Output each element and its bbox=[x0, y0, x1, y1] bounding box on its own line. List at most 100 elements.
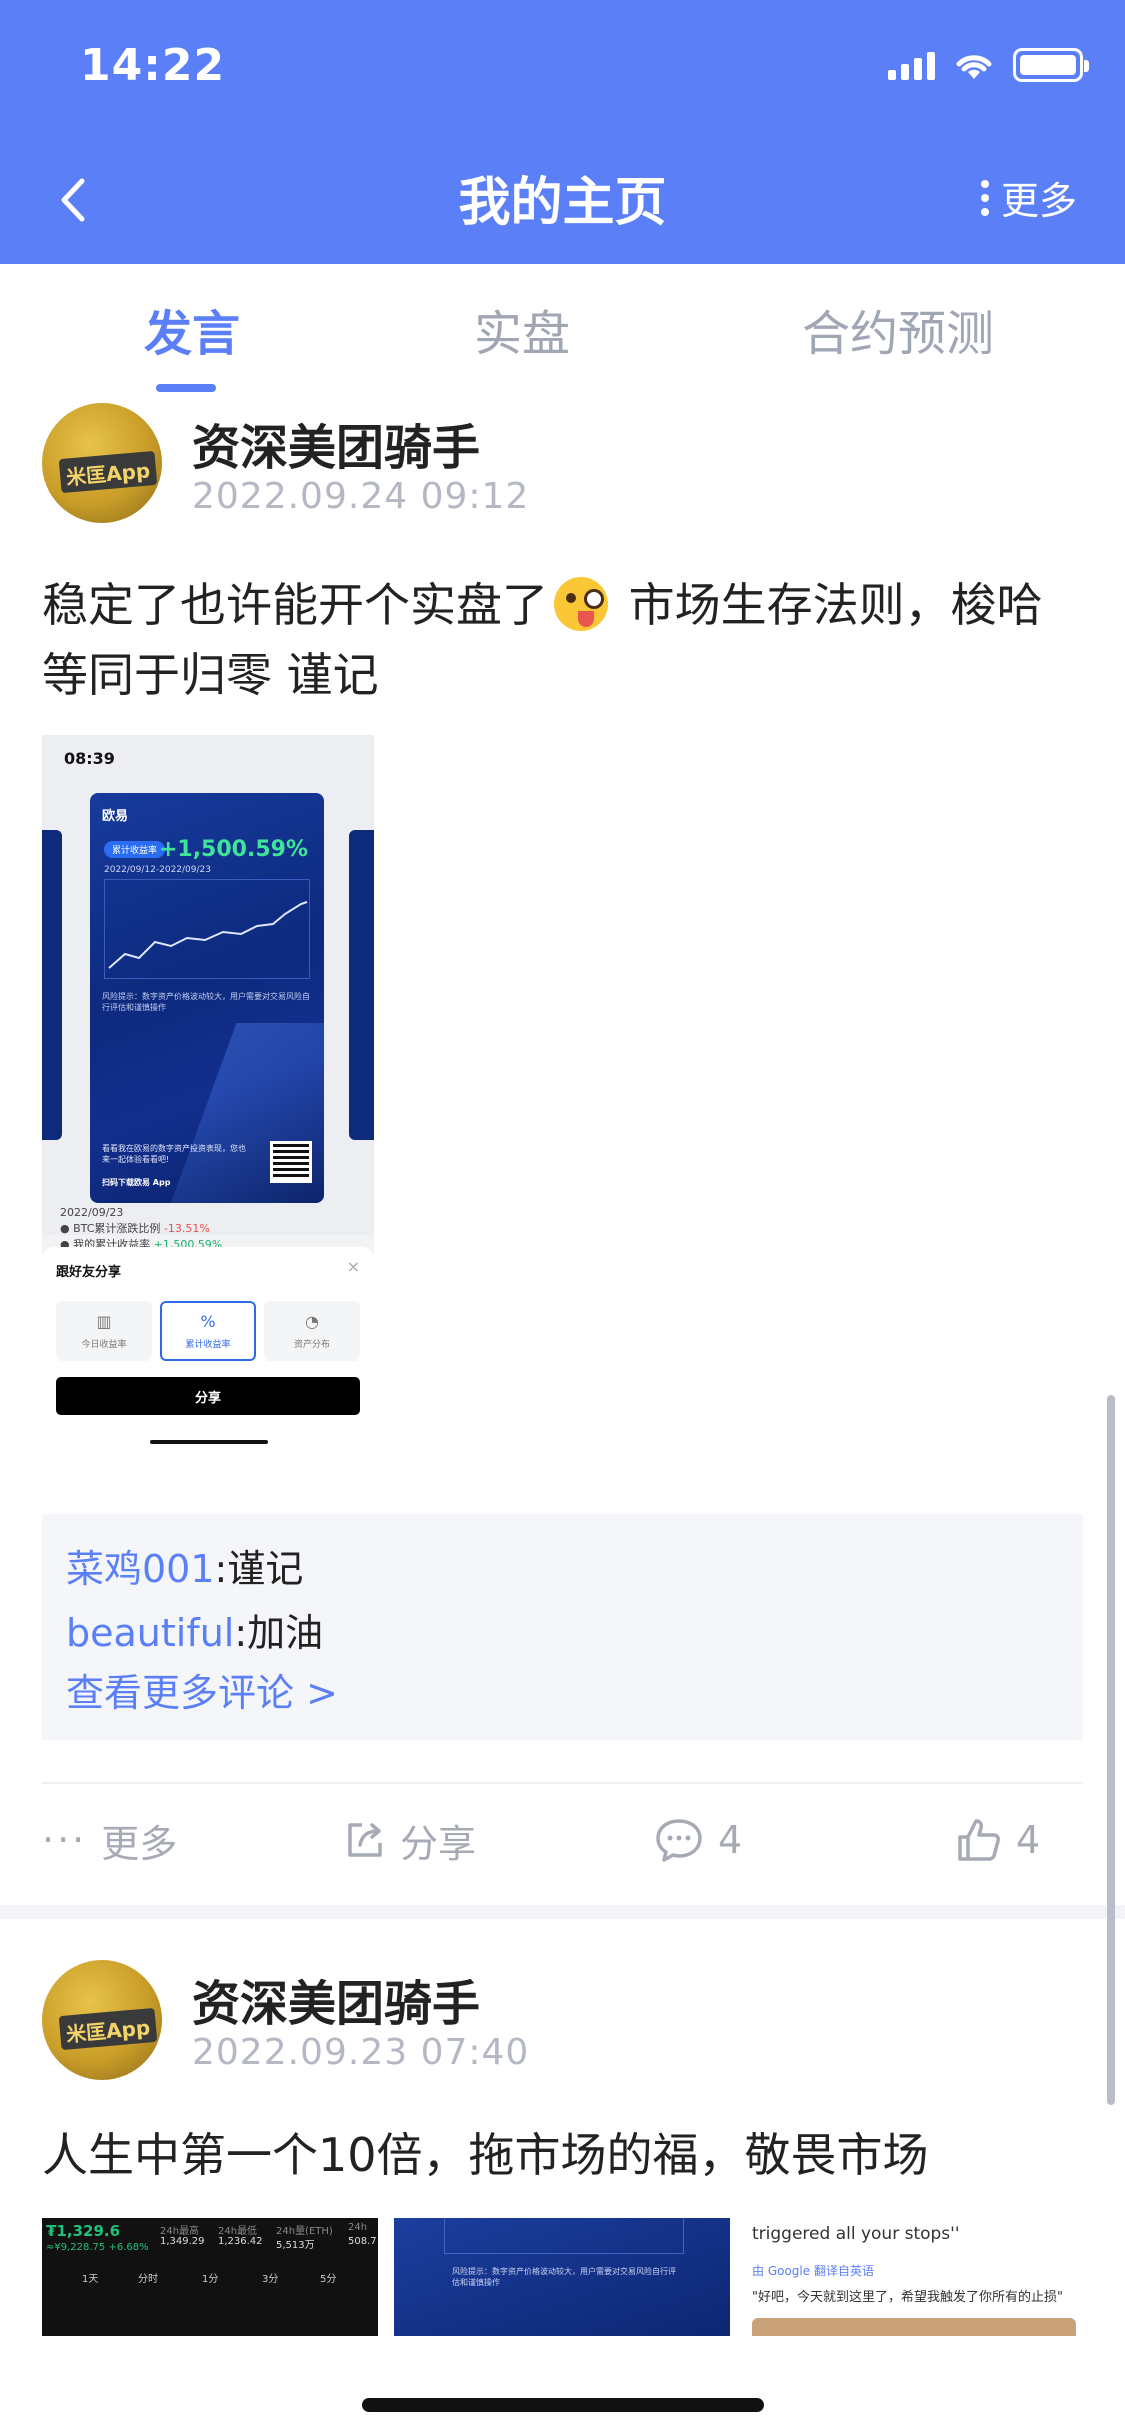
side-card-right bbox=[349, 830, 374, 1140]
post-actions: ··· 更多 分享 4 4 bbox=[0, 1805, 1125, 1875]
avatar-logo: 米匡App bbox=[58, 2007, 158, 2051]
post-image[interactable]: 08:39 欧易 累计收益率 +1,500.59% 2022/09/12-202… bbox=[42, 735, 374, 1455]
tab-posts[interactable]: 发言 bbox=[144, 294, 240, 364]
image-status-time: 08:39 bbox=[64, 749, 115, 768]
thumb-text-zh: "好吧，今天就到这里了，希望我触发了你所有的止损" bbox=[752, 2290, 1063, 2305]
tab-active-indicator bbox=[156, 384, 216, 392]
comment-icon bbox=[656, 1819, 702, 1862]
thumb-price: ₮1,329.6 bbox=[46, 2222, 121, 2240]
comment-text: :谨记 bbox=[214, 1547, 304, 1591]
battery-icon bbox=[1013, 48, 1089, 82]
thumb-tab: 5分 bbox=[320, 2274, 337, 2285]
comments-box: 菜鸡001:谨记 beautiful:加油 查看更多评论 > bbox=[42, 1514, 1083, 1740]
app-header: 14:22 我的主页 更多 bbox=[0, 0, 1125, 264]
thumb-tab: 1天 bbox=[82, 2274, 99, 2285]
close-icon: × bbox=[346, 1257, 360, 1276]
post-separator bbox=[0, 1905, 1125, 1919]
image-home-indicator bbox=[150, 1440, 268, 1444]
view-more-comments-link[interactable]: 查看更多评论 > bbox=[66, 1662, 338, 1717]
thumb-tab: 3分 bbox=[262, 2274, 279, 2285]
card-percent: +1,500.59% bbox=[158, 837, 308, 862]
image-share-button: 分享 bbox=[56, 1377, 360, 1415]
author-name[interactable]: 资深美团骑手 bbox=[192, 408, 480, 478]
thumb-sub: ≈¥9,228.75 +6.68% bbox=[46, 2242, 149, 2253]
more-vertical-icon bbox=[980, 179, 989, 216]
comment-user[interactable]: 菜鸡001 bbox=[66, 1547, 215, 1591]
percent-icon: % bbox=[200, 1312, 216, 1331]
like-button[interactable]: 4 bbox=[956, 1805, 1040, 1875]
option-daily-return: ▥ 今日收益率 bbox=[56, 1301, 152, 1361]
bar-chart-icon: ▥ bbox=[96, 1312, 112, 1331]
like-count: 4 bbox=[1016, 1818, 1041, 1862]
thumb-risk-text: 风险提示：数字资产价格波动较大，用户需要对交易风险自行评估和谨慎操作 bbox=[452, 2267, 676, 2287]
avatar-logo: 米匡App bbox=[58, 450, 158, 494]
thumb-plot-frame bbox=[444, 2218, 684, 2254]
sheet-title: 跟好友分享 bbox=[56, 1265, 122, 1280]
zany-face-emoji-icon bbox=[554, 577, 608, 631]
tab-contract-prediction[interactable]: 合约预测 bbox=[802, 294, 994, 364]
card-date-range: 2022/09/12-2022/09/23 bbox=[104, 865, 211, 875]
share-icon bbox=[348, 1823, 382, 1857]
post-text[interactable]: 人生中第一个10倍，拖市场的福，敬畏市场 bbox=[42, 2120, 1083, 2190]
growth-line-icon bbox=[108, 901, 308, 969]
page-title: 我的主页 bbox=[458, 173, 667, 233]
status-time: 14:22 bbox=[80, 40, 226, 91]
more-action-label: 更多 bbox=[101, 1821, 178, 1866]
comment-button[interactable]: 4 bbox=[654, 1805, 742, 1875]
share-button[interactable]: 分享 bbox=[344, 1805, 476, 1875]
thumb-text-en: triggered all your stops'' bbox=[752, 2224, 960, 2244]
wifi-icon bbox=[956, 55, 992, 79]
thumb-label: 24h最低 bbox=[218, 2226, 258, 2237]
side-card-left bbox=[42, 830, 62, 1140]
thumbs-up-icon bbox=[958, 1819, 1000, 1861]
tab-live[interactable]: 实盘 bbox=[474, 294, 570, 364]
comment-user[interactable]: beautiful bbox=[66, 1611, 234, 1655]
thumb-google-translate: 由 Google 翻译自英语 bbox=[752, 2264, 874, 2278]
option-cumulative-return: % 累计收益率 bbox=[160, 1301, 256, 1361]
post-text-part1: 稳定了也许能开个实盘了 bbox=[42, 578, 548, 632]
comment-count: 4 bbox=[718, 1818, 743, 1862]
option-asset-distribution: ◔ 资产分布 bbox=[264, 1301, 360, 1361]
avatar[interactable]: 米匡App bbox=[42, 1960, 162, 2080]
card-download-text: 扫码下载欧易 App bbox=[102, 1178, 171, 1187]
card-pill: 累计收益率 bbox=[104, 841, 166, 858]
scrollbar[interactable] bbox=[1107, 1395, 1115, 2105]
image-date: 2022/09/23 bbox=[60, 1206, 124, 1219]
thumb-label: 24h量(ETH) bbox=[276, 2226, 333, 2237]
post-text[interactable]: 稳定了也许能开个实盘了 市场生存法则，梭哈等同于归零 谨记 bbox=[42, 570, 1083, 710]
avatar[interactable]: 米匡App bbox=[42, 403, 162, 523]
post-image-thumbnail[interactable]: ₮1,329.6 ≈¥9,228.75 +6.68% 24h最高 1,349.2… bbox=[42, 2218, 378, 2336]
qr-code-icon bbox=[270, 1141, 312, 1183]
comment-item[interactable]: beautiful:加油 bbox=[66, 1602, 323, 1657]
comment-item[interactable]: 菜鸡001:谨记 bbox=[66, 1538, 303, 1593]
ellipsis-icon: ··· bbox=[42, 1818, 88, 1862]
thumb-photo-strip bbox=[752, 2318, 1076, 2336]
thumb-label: 24h最高 bbox=[160, 2226, 200, 2237]
card-risk-text: 风险提示：数字资产价格波动较大，用户需要对交易风险自行评估和谨慎操作 bbox=[102, 992, 310, 1012]
card-foot-text: 看看我在欧易的数字资产投资表现，您也来一起体验看看吧! bbox=[102, 1144, 246, 1164]
image-stats: 2022/09/23 ● BTC累计涨跌比例 -13.51% ● 我的累计收益率… bbox=[60, 1205, 222, 1253]
share-card: 欧易 累计收益率 +1,500.59% 2022/09/12-2022/09/2… bbox=[90, 793, 324, 1203]
card-brand: 欧易 bbox=[102, 809, 129, 824]
status-icons bbox=[888, 48, 1089, 82]
more-action-button[interactable]: ··· 更多 bbox=[42, 1805, 177, 1875]
image-stat-1: ● BTC累计涨跌比例 -13.51% bbox=[60, 1222, 210, 1235]
home-indicator[interactable] bbox=[362, 2398, 764, 2412]
share-label: 分享 bbox=[400, 1821, 477, 1866]
post-image-thumbnail[interactable]: 风险提示：数字资产价格波动较大，用户需要对交易风险自行评估和谨慎操作 bbox=[394, 2218, 730, 2336]
divider bbox=[42, 1782, 1083, 1784]
thumb-value: 5,513万 bbox=[276, 2240, 315, 2251]
thumb-value: 1,236.42 bbox=[218, 2236, 263, 2247]
thumb-label: 24h bbox=[348, 2222, 368, 2233]
more-label: 更多 bbox=[1000, 179, 1077, 223]
thumb-tab: 1分 bbox=[202, 2274, 219, 2285]
card-line-plot bbox=[104, 879, 310, 979]
pie-chart-icon: ◔ bbox=[305, 1312, 319, 1331]
more-button[interactable]: 更多 bbox=[980, 170, 1077, 225]
post-time: 2022.09.23 07:40 bbox=[192, 2032, 530, 2073]
post-time: 2022.09.24 09:12 bbox=[192, 476, 530, 517]
post-image-thumbnail[interactable]: triggered all your stops'' 由 Google 翻译自英… bbox=[746, 2218, 1082, 2336]
author-name[interactable]: 资深美团骑手 bbox=[192, 1964, 480, 2034]
tab-bar: 发言 实盘 合约预测 bbox=[0, 264, 1125, 394]
thumb-value: 508.7 bbox=[348, 2236, 377, 2247]
